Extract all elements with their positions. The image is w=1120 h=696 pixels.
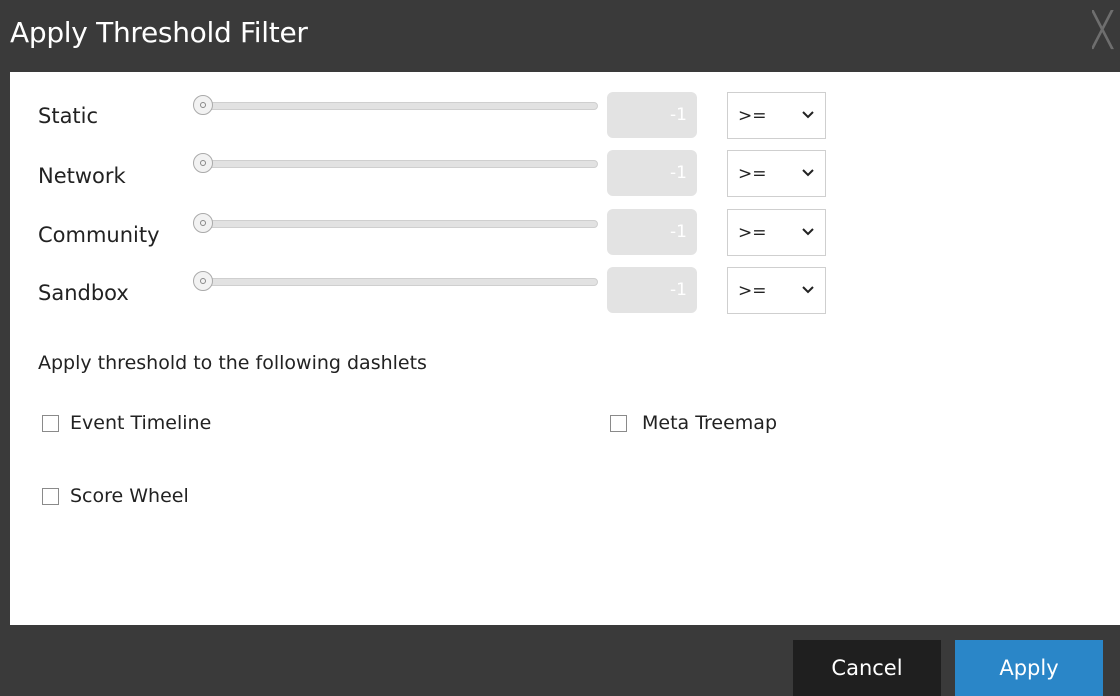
- dialog-content: Static -1 >= Network -1 >= Community -1 …: [10, 72, 1120, 625]
- checkbox-label-meta-treemap[interactable]: Meta Treemap: [642, 412, 777, 434]
- close-icon[interactable]: ╳: [1092, 10, 1120, 50]
- chevron-down-icon: [802, 169, 814, 177]
- operator-select-sandbox[interactable]: >=: [727, 267, 826, 314]
- chevron-down-icon: [802, 286, 814, 294]
- value-input-network[interactable]: -1: [607, 150, 697, 196]
- dialog-title-bar: Apply Threshold Filter ╳: [0, 0, 1120, 72]
- filter-label-community: Community: [38, 223, 160, 247]
- slider-handle-static[interactable]: [193, 95, 213, 115]
- filter-label-network: Network: [38, 164, 126, 188]
- slider-track-static[interactable]: [206, 102, 598, 110]
- slider-track-sandbox[interactable]: [206, 278, 598, 286]
- checkbox-event-timeline[interactable]: [42, 415, 59, 432]
- value-input-community[interactable]: -1: [607, 209, 697, 255]
- operator-select-network[interactable]: >=: [727, 150, 826, 197]
- checkbox-score-wheel[interactable]: [42, 488, 59, 505]
- filter-label-sandbox: Sandbox: [38, 281, 129, 305]
- slider-track-community[interactable]: [206, 220, 598, 228]
- value-input-sandbox[interactable]: -1: [607, 267, 697, 313]
- slider-handle-community[interactable]: [193, 213, 213, 233]
- operator-select-static[interactable]: >=: [727, 92, 826, 139]
- operator-select-value: >=: [738, 164, 767, 184]
- operator-select-value: >=: [738, 106, 767, 126]
- checkbox-meta-treemap[interactable]: [610, 415, 627, 432]
- chevron-down-icon: [802, 228, 814, 236]
- cancel-button[interactable]: Cancel: [793, 640, 941, 696]
- operator-select-value: >=: [738, 223, 767, 243]
- operator-select-value: >=: [738, 281, 767, 301]
- checkbox-label-event-timeline[interactable]: Event Timeline: [70, 412, 211, 434]
- slider-track-network[interactable]: [206, 160, 598, 168]
- checkbox-label-score-wheel[interactable]: Score Wheel: [70, 485, 189, 507]
- operator-select-community[interactable]: >=: [727, 209, 826, 256]
- apply-button[interactable]: Apply: [955, 640, 1103, 696]
- dialog-title: Apply Threshold Filter: [10, 16, 308, 49]
- dashlets-heading: Apply threshold to the following dashlet…: [38, 352, 427, 374]
- filter-label-static: Static: [38, 104, 99, 128]
- slider-handle-network[interactable]: [193, 153, 213, 173]
- dialog-footer: Cancel Apply: [0, 625, 1120, 696]
- chevron-down-icon: [802, 111, 814, 119]
- slider-handle-sandbox[interactable]: [193, 271, 213, 291]
- value-input-static[interactable]: -1: [607, 92, 697, 138]
